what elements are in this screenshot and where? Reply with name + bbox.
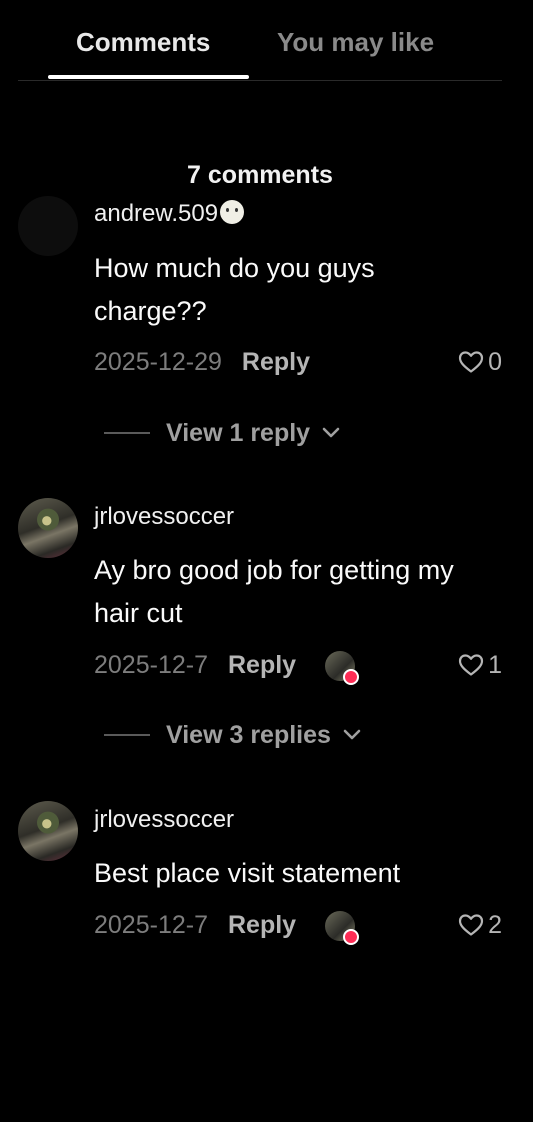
view-replies-label: View 3 replies — [166, 721, 331, 749]
view-replies-button[interactable]: View 3 replies — [104, 720, 361, 750]
avatar[interactable] — [18, 801, 78, 861]
heart-outline-icon — [458, 914, 484, 936]
reply-button[interactable]: Reply — [242, 348, 310, 376]
heart-badge-icon — [343, 669, 359, 685]
active-tab-indicator — [48, 75, 249, 79]
like-button[interactable]: 2 — [458, 910, 502, 940]
like-count: 0 — [488, 348, 502, 376]
comment-meta: 2025-12-7 Reply — [94, 650, 296, 680]
creator-liked-avatar — [325, 911, 359, 945]
ghost-emoji-icon — [220, 200, 245, 224]
comment-meta: 2025-12-7 Reply — [94, 910, 296, 940]
username-text: andrew.509 — [94, 200, 219, 227]
comment-username[interactable]: jrlovessoccer — [94, 805, 234, 835]
chevron-down-icon — [343, 729, 361, 740]
avatar[interactable] — [18, 498, 78, 558]
divider-line — [104, 432, 150, 434]
like-count: 2 — [488, 911, 502, 939]
comment-username[interactable]: andrew.509 — [94, 199, 245, 229]
heart-outline-icon — [458, 351, 484, 373]
view-replies-button[interactable]: View 1 reply — [104, 418, 340, 448]
divider-line — [104, 734, 150, 736]
creator-liked-avatar — [325, 651, 359, 685]
like-count: 1 — [488, 651, 502, 679]
comment-text: Best place visit statement — [94, 858, 401, 888]
reply-button[interactable]: Reply — [228, 651, 296, 679]
view-replies-label: View 1 reply — [166, 419, 311, 447]
heart-badge-icon — [343, 929, 359, 945]
tab-you-may-like[interactable]: You may like — [277, 26, 434, 58]
comment-text: How much do you guys charge?? — [94, 253, 375, 326]
heart-outline-icon — [458, 654, 484, 676]
comment-count: 7 comments — [187, 161, 333, 189]
tab-comments[interactable]: Comments — [76, 26, 210, 58]
comment-date: 2025-12-7 — [94, 911, 208, 939]
reply-button[interactable]: Reply — [228, 911, 296, 939]
chevron-down-icon — [322, 427, 340, 438]
comment-username[interactable]: jrlovessoccer — [94, 502, 234, 532]
like-button[interactable]: 1 — [458, 650, 502, 680]
comment-meta: 2025-12-29 Reply — [94, 347, 310, 377]
tab-bar: Comments You may like — [18, 0, 502, 81]
comment-date: 2025-12-29 — [94, 348, 222, 376]
like-button[interactable]: 0 — [458, 347, 502, 377]
comment-date: 2025-12-7 — [94, 651, 208, 679]
comment-text: Ay bro good job for getting my hair cut — [94, 555, 454, 628]
avatar[interactable] — [18, 196, 78, 256]
